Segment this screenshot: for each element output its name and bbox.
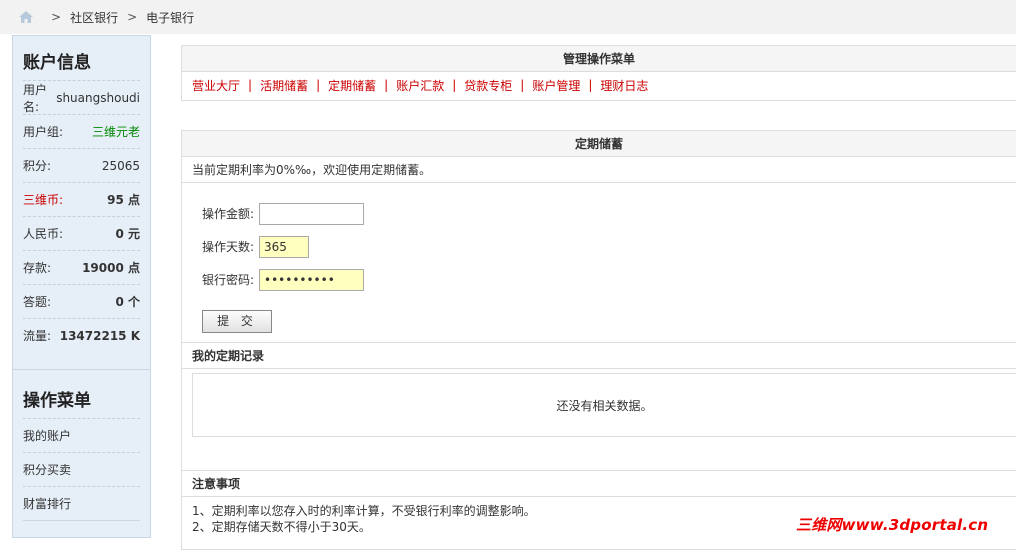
sidebar-item-points-trade[interactable]: 积分买卖 xyxy=(23,452,140,486)
menu-sep: | xyxy=(452,78,457,92)
fixed-deposit-panel: 定期储蓄 当前定期利率为0%‰，欢迎使用定期储蓄。 操作金额: 操作天数: 36… xyxy=(181,130,1016,550)
amount-label: 操作金额: xyxy=(202,207,255,221)
stat-label: 用户名: xyxy=(23,82,48,114)
records-footer xyxy=(182,445,1016,471)
menu-loans[interactable]: 贷款专柜 xyxy=(464,77,512,94)
stat-label: 积分: xyxy=(23,159,52,173)
stat-label: 人民币: xyxy=(23,227,64,241)
breadcrumb-community-bank[interactable]: 社区银行 xyxy=(70,9,118,26)
stat-value: 三维元老 xyxy=(91,125,140,139)
menu-sep: | xyxy=(316,78,321,92)
stat-value: 25065 xyxy=(101,158,140,173)
breadcrumb-e-bank[interactable]: 电子银行 xyxy=(146,9,194,26)
menu-lobby[interactable]: 营业大厅 xyxy=(192,77,240,94)
stat-label: 答题: xyxy=(23,295,52,309)
stat-points: 积分: 25065 xyxy=(23,148,140,182)
stat-value: shuangshoudi xyxy=(56,90,140,105)
records-empty: 还没有相关数据。 xyxy=(192,373,1016,437)
breadcrumb: > 社区银行 > 电子银行 xyxy=(0,0,1016,34)
stat-traffic: 流量: 13472215 K xyxy=(23,318,140,352)
sidebar-next-section xyxy=(23,520,140,537)
admin-menu-panel: 管理操作菜单 营业大厅 | 活期储蓄 | 定期储蓄 | 账户汇款 | 贷款专柜 … xyxy=(181,45,1016,101)
stat-username: 用户名: shuangshoudi xyxy=(23,80,140,114)
stat-answers: 答题: 0 个 xyxy=(23,284,140,318)
menu-fixed-deposit[interactable]: 定期储蓄 xyxy=(328,77,376,94)
ops-menu-title: 操作菜单 xyxy=(23,391,91,411)
sidebar-item-wealth-rank[interactable]: 财富排行 xyxy=(23,486,140,520)
menu-sep: | xyxy=(384,78,389,92)
breadcrumb-separator: > xyxy=(51,10,62,24)
stat-rmb: 人民币: 0 元 xyxy=(23,216,140,250)
breadcrumb-separator: > xyxy=(127,10,138,24)
menu-sep: | xyxy=(248,78,253,92)
notes-title: 注意事项 xyxy=(182,471,1016,497)
empty-message: 还没有相关数据。 xyxy=(556,398,653,413)
stat-value: 13472215 K xyxy=(59,328,140,343)
password-row: 银行密码: •••••••••• xyxy=(202,263,1016,296)
stat-value: 95 点 xyxy=(107,193,140,207)
sidebar-divider xyxy=(13,352,150,370)
watermark: 三维网www.3dportal.cn xyxy=(796,516,989,534)
menu-account-manage[interactable]: 账户管理 xyxy=(532,77,580,94)
stat-label: 三维币: xyxy=(23,193,64,207)
stat-value: 19000 点 xyxy=(82,261,140,275)
menu-remittance[interactable]: 账户汇款 xyxy=(396,77,444,94)
admin-menu-bar: 营业大厅 | 活期储蓄 | 定期储蓄 | 账户汇款 | 贷款专柜 | 账户管理 … xyxy=(182,72,1016,98)
stat-label: 存款: xyxy=(23,261,52,275)
stat-label: 流量: xyxy=(23,329,52,343)
menu-sep: | xyxy=(588,78,593,92)
admin-menu-title: 管理操作菜单 xyxy=(182,46,1016,72)
amount-row: 操作金额: xyxy=(202,197,1016,230)
password-label: 银行密码: xyxy=(202,273,255,287)
password-input[interactable]: •••••••••• xyxy=(259,268,364,291)
days-row: 操作天数: 365 xyxy=(202,230,1016,263)
account-info-title: 账户信息 xyxy=(23,53,91,73)
menu-current-deposit[interactable]: 活期储蓄 xyxy=(260,77,308,94)
records-title: 我的定期记录 xyxy=(182,343,1016,369)
stat-value: 0 个 xyxy=(115,295,140,309)
menu-sep: | xyxy=(520,78,525,92)
days-input[interactable]: 365 xyxy=(259,235,309,258)
submit-button[interactable]: 提 交 xyxy=(202,310,272,333)
days-label: 操作天数: xyxy=(202,240,255,254)
interest-notice: 当前定期利率为0%‰，欢迎使用定期储蓄。 xyxy=(182,157,1016,183)
sidebar-item-my-account[interactable]: 我的账户 xyxy=(23,418,140,452)
stat-coins: 三维币: 95 点 xyxy=(23,182,140,216)
home-icon[interactable] xyxy=(18,10,34,24)
stat-value: 0 元 xyxy=(115,227,140,241)
deposit-form: 操作金额: 操作天数: 365 银行密码: •••••••••• 提 交 xyxy=(182,183,1016,343)
amount-input[interactable] xyxy=(259,202,364,225)
menu-finance-log[interactable]: 理财日志 xyxy=(600,77,648,94)
stat-deposit: 存款: 19000 点 xyxy=(23,250,140,284)
sidebar: 账户信息 用户名: shuangshoudi 用户组: 三维元老 积分: 250… xyxy=(12,35,151,538)
fixed-deposit-title: 定期储蓄 xyxy=(182,131,1016,157)
stat-usergroup: 用户组: 三维元老 xyxy=(23,114,140,148)
stat-label: 用户组: xyxy=(23,125,64,139)
